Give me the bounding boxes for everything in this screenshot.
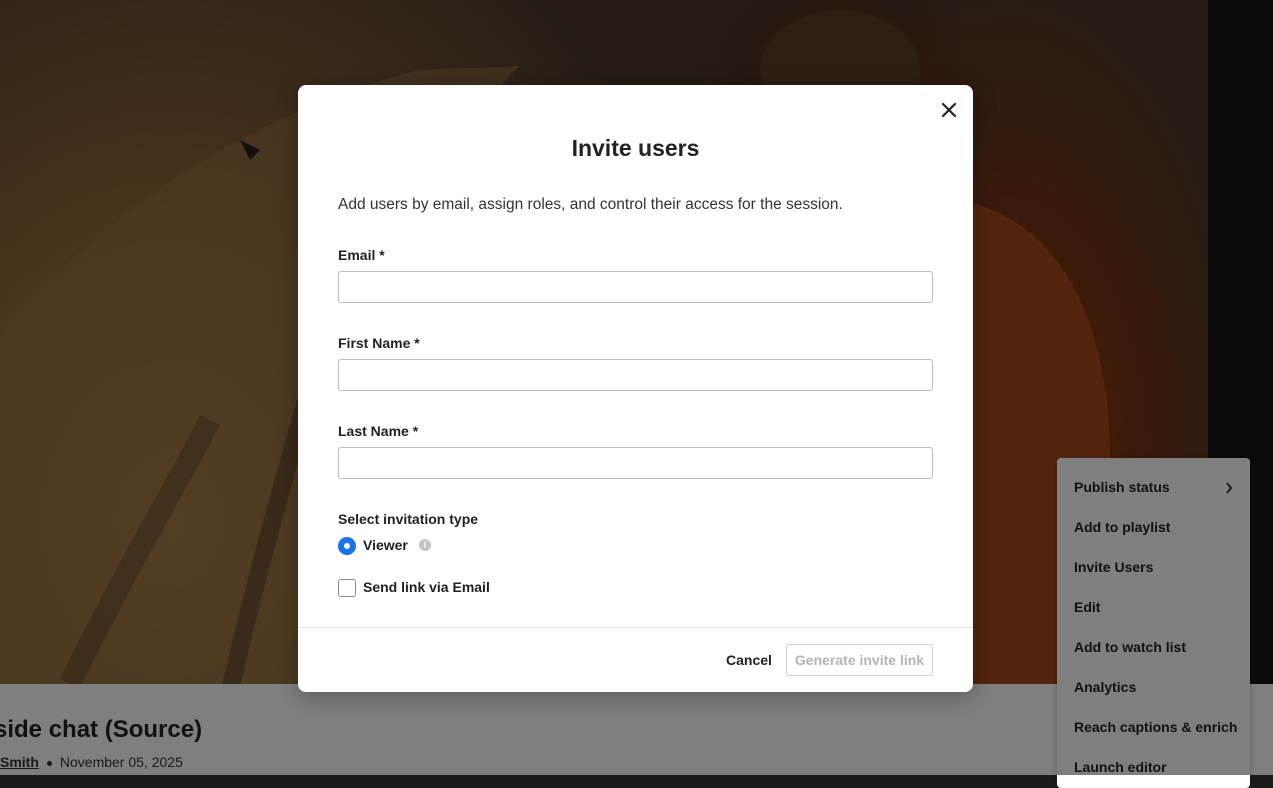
close-icon[interactable] <box>938 99 960 121</box>
email-field[interactable] <box>338 271 933 303</box>
viewer-radio-label[interactable]: Viewer <box>363 537 408 553</box>
first-name-field[interactable] <box>338 359 933 391</box>
last-name-label: Last Name * <box>338 423 419 439</box>
send-email-label[interactable]: Send link via Email <box>363 579 490 595</box>
dialog-footer-divider <box>298 627 973 628</box>
email-label: Email * <box>338 247 385 263</box>
viewer-radio[interactable] <box>338 537 356 555</box>
info-icon[interactable]: i <box>419 539 431 551</box>
send-email-checkbox[interactable] <box>338 579 356 597</box>
dialog-description: Add users by email, assign roles, and co… <box>338 196 843 213</box>
cancel-button[interactable]: Cancel <box>718 645 780 675</box>
invite-users-dialog: Invite users Add users by email, assign … <box>298 85 973 692</box>
last-name-field[interactable] <box>338 447 933 479</box>
generate-invite-link-button[interactable]: Generate invite link <box>786 644 933 676</box>
dialog-title: Invite users <box>571 135 700 161</box>
first-name-label: First Name * <box>338 335 420 351</box>
invitation-type-label: Select invitation type <box>338 511 479 527</box>
